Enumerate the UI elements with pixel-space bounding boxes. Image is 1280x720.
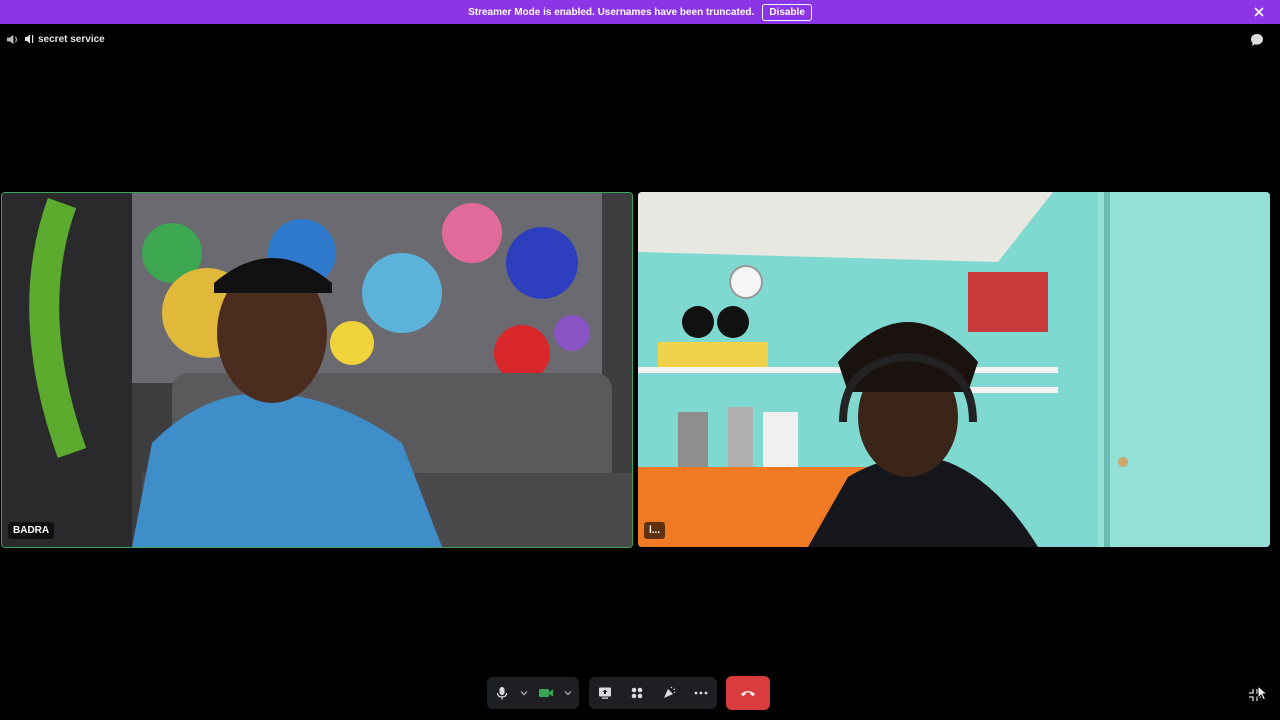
channel-name: secret service [38,33,105,45]
share-activity-group [589,677,717,709]
soundboard-icon [664,686,676,698]
more-options-button[interactable] [685,677,717,709]
camera-icon [539,689,553,697]
leave-call-button[interactable] [726,676,770,710]
mouse-cursor-icon [1257,685,1269,701]
call-header: secret service [0,30,1280,50]
video-tile-participant-2[interactable]: l... [638,192,1270,547]
audio-options-button[interactable] [517,677,531,709]
participant-video-feed [2,193,632,547]
video-tile-badra[interactable]: BADRA [1,192,633,548]
screen-share-icon [599,687,611,699]
voice-channel-icon [25,34,34,44]
mute-button[interactable] [487,677,517,709]
leave-call-icon [741,691,755,696]
volume-icon[interactable] [6,33,19,46]
streamer-mode-banner: Streamer Mode is enabled. Usernames have… [0,0,1280,24]
participant-name-tag: l... [644,522,666,539]
banner-message: Streamer Mode is enabled. Usernames have… [468,6,755,18]
participant-name-tag: BADRA [8,522,55,539]
participant-video-feed [638,192,1270,547]
camera-button[interactable] [531,677,561,709]
microphone-icon [496,687,508,700]
video-options-button[interactable] [561,677,575,709]
audio-video-group [487,677,579,709]
chevron-down-icon [520,691,528,696]
channel-title: secret service [24,33,105,45]
call-controls [0,676,1280,710]
chat-icon[interactable] [1250,33,1264,47]
soundboard-button[interactable] [653,677,685,709]
activities-icon [631,687,643,699]
activities-button[interactable] [621,677,653,709]
chevron-down-icon [564,691,572,696]
more-icon [694,691,708,695]
screen-share-button[interactable] [589,677,621,709]
disable-streamer-mode-button[interactable]: Disable [762,3,812,21]
close-icon[interactable] [1252,5,1266,19]
